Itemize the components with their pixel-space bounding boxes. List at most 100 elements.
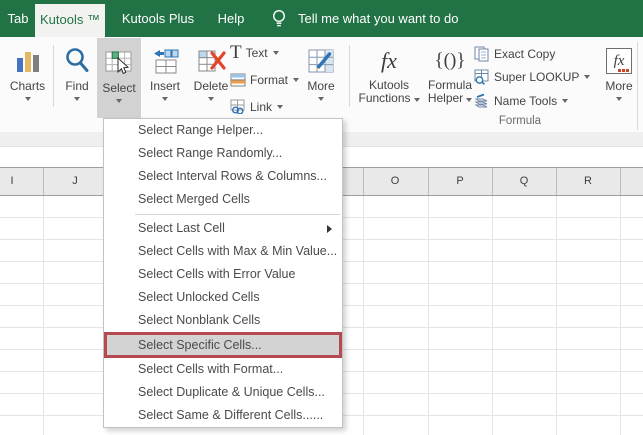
grid-column-line xyxy=(428,196,429,435)
select-label: Select xyxy=(102,81,136,95)
menu-item-select-range-randomly[interactable]: Select Range Randomly... xyxy=(104,142,342,165)
delete-button[interactable]: Delete xyxy=(188,44,234,101)
charts-icon xyxy=(14,44,42,78)
header-separator xyxy=(428,168,429,195)
format-icon xyxy=(230,73,246,86)
fx-more-icon: fx xyxy=(606,44,632,78)
menu-item-select-unlocked-cells[interactable]: Select Unlocked Cells xyxy=(104,286,342,309)
menu-item-select-cells-with-format[interactable]: Select Cells with Format... xyxy=(104,358,342,381)
menu-item-select-same-different-cells[interactable]: Select Same & Different Cells...... xyxy=(104,404,342,427)
grid-column-line xyxy=(363,196,364,435)
formula-helper-button[interactable]: {()} Formula Helper xyxy=(422,44,478,105)
select-cells-icon xyxy=(104,46,134,80)
name-tools-label: Name Tools xyxy=(494,93,558,108)
header-separator xyxy=(43,168,44,195)
text-label: Text xyxy=(245,45,268,60)
menu-item-select-last-cell[interactable]: Select Last Cell xyxy=(104,217,342,240)
column-header-q[interactable]: Q xyxy=(509,168,539,195)
exact-copy-button[interactable]: Exact Copy xyxy=(474,44,555,63)
ribbon-tab-bar: Tab Kutools ™ Kutools Plus Help Tell me … xyxy=(0,0,643,37)
menu-item-select-specific-cells[interactable]: Select Specific Cells... xyxy=(104,332,342,358)
grid-column-line xyxy=(492,196,493,435)
grid-column-line xyxy=(43,196,44,435)
link-label: Link xyxy=(250,99,273,114)
edit-grid-icon xyxy=(306,44,336,78)
insert-label: Insert xyxy=(149,79,180,93)
formula-helper-label: Formula Helper xyxy=(427,78,473,105)
kutools-functions-label: Kutools Functions xyxy=(358,79,420,105)
header-separator xyxy=(363,168,364,195)
menu-item-select-interval-rows-columns[interactable]: Select Interval Rows & Columns... xyxy=(104,165,342,188)
lookup-icon xyxy=(474,69,489,85)
exact-copy-label: Exact Copy xyxy=(494,46,556,61)
link-icon xyxy=(230,99,245,114)
chevron-down-icon xyxy=(116,99,122,103)
menu-item-select-cells-error-value[interactable]: Select Cells with Error Value xyxy=(104,263,342,286)
menu-item-select-cells-max-min[interactable]: Select Cells with Max & Min Value... xyxy=(104,240,342,263)
column-header-r[interactable]: R xyxy=(573,168,603,195)
menu-item-select-nonblank-cells[interactable]: Select Nonblank Cells xyxy=(104,309,342,332)
menu-item-select-range-helper[interactable]: Select Range Helper... xyxy=(104,119,342,142)
menu-item-select-duplicate-unique-cells[interactable]: Select Duplicate & Unique Cells... xyxy=(104,381,342,404)
tab-item-help[interactable]: Help xyxy=(206,0,256,37)
group-separator xyxy=(53,45,54,107)
tab-item-tab[interactable]: Tab xyxy=(3,0,33,37)
delete-label: Delete xyxy=(193,79,229,93)
charts-button[interactable]: Charts xyxy=(4,44,51,101)
select-button[interactable]: Select xyxy=(97,38,141,118)
fx-icon: fx xyxy=(381,48,397,73)
magnifier-icon xyxy=(63,44,91,78)
text-menu-button[interactable]: T Text xyxy=(230,41,279,63)
more-formula-label: More xyxy=(605,79,633,93)
find-button[interactable]: Find xyxy=(57,44,97,101)
insert-cells-icon xyxy=(151,44,179,78)
name-tools-icon xyxy=(474,93,488,107)
link-menu-button[interactable]: Link xyxy=(230,97,284,116)
text-icon: T xyxy=(230,41,242,63)
super-lookup-button[interactable]: Super LOOKUP xyxy=(474,67,591,86)
ellipsis-dots-icon xyxy=(618,69,629,72)
tab-item-kutools[interactable]: Kutools ™ xyxy=(35,4,105,37)
chevron-down-icon xyxy=(562,98,569,103)
tell-me-box[interactable]: Tell me what you want to do xyxy=(298,0,458,37)
delete-cells-icon xyxy=(196,44,226,78)
column-header-j[interactable]: J xyxy=(60,168,90,195)
braces-icon: {()} xyxy=(434,50,466,71)
find-label: Find xyxy=(65,79,89,93)
name-tools-button[interactable]: Name Tools xyxy=(474,91,569,110)
chevron-down-icon xyxy=(162,97,168,101)
more-formula-button[interactable]: fx More xyxy=(596,44,642,101)
copy-icon xyxy=(474,46,489,61)
select-dropdown-menu: Select Range Helper... Select Range Rand… xyxy=(103,118,343,428)
more-tools-button[interactable]: More xyxy=(300,44,342,101)
chevron-down-icon xyxy=(74,97,80,101)
tab-item-kutools-plus[interactable]: Kutools Plus xyxy=(113,0,203,37)
excel-window: Tab Kutools ™ Kutools Plus Help Tell me … xyxy=(0,0,643,435)
chevron-down-icon xyxy=(272,50,279,55)
group-separator xyxy=(349,45,350,107)
grid-column-line xyxy=(620,196,621,435)
grid-column-line xyxy=(556,196,557,435)
lightbulb-icon xyxy=(272,9,286,27)
header-separator xyxy=(556,168,557,195)
chevron-down-icon xyxy=(293,77,300,82)
chevron-down-icon xyxy=(616,97,622,101)
submenu-arrow-icon xyxy=(327,224,332,233)
insert-button[interactable]: Insert xyxy=(143,44,187,101)
column-header-i[interactable]: I xyxy=(0,168,27,195)
column-header-o[interactable]: O xyxy=(380,168,410,195)
charts-label: Charts xyxy=(9,79,46,93)
menu-item-select-merged-cells[interactable]: Select Merged Cells xyxy=(104,188,342,211)
chevron-down-icon xyxy=(413,97,420,102)
kutools-functions-button[interactable]: fx Kutools Functions xyxy=(358,44,420,105)
column-header-p[interactable]: P xyxy=(445,168,475,195)
more-tools-label: More xyxy=(307,79,335,93)
format-menu-button[interactable]: Format xyxy=(230,70,300,89)
format-label: Format xyxy=(250,72,289,87)
chevron-down-icon xyxy=(277,104,284,109)
chevron-down-icon xyxy=(466,97,473,102)
chevron-down-icon xyxy=(24,97,31,101)
header-separator xyxy=(620,168,621,195)
super-lookup-label: Super LOOKUP xyxy=(494,69,580,84)
chevron-down-icon xyxy=(208,97,214,101)
